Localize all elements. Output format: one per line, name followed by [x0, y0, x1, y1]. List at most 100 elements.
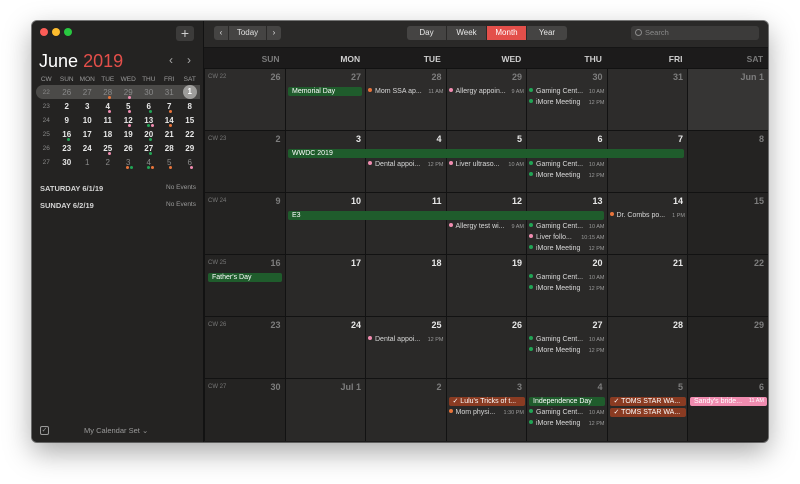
- mini-day[interactable]: 9: [57, 113, 78, 127]
- day-cell[interactable]: 14 Dr. Combs po... 1 PM: [606, 193, 687, 255]
- day-cell[interactable]: CW 23 2: [204, 131, 285, 193]
- mini-day[interactable]: 22: [180, 127, 201, 141]
- mini-day-today[interactable]: 1: [179, 85, 200, 99]
- mini-day[interactable]: 29: [180, 141, 201, 155]
- day-cell[interactable]: 21: [606, 255, 687, 317]
- view-week-tab[interactable]: Week: [447, 26, 487, 40]
- event-item[interactable]: iMore Meeting 12 PM: [529, 244, 605, 254]
- day-cell[interactable]: CW 24 9: [204, 193, 285, 255]
- event-item[interactable]: Dental appoi... 12 PM: [368, 335, 444, 345]
- event-item[interactable]: iMore Meeting 12 PM: [529, 98, 605, 108]
- mini-day[interactable]: 3: [118, 155, 139, 169]
- mini-day[interactable]: 27: [139, 141, 160, 155]
- event-item[interactable]: Gaming Cent... 10 AM: [529, 408, 605, 418]
- day-cell[interactable]: 28 Mom SSA ap... 11 AM: [365, 69, 446, 131]
- day-cell[interactable]: 29 Allergy appoin... 9 AM: [445, 69, 526, 131]
- event-item[interactable]: Allergy appoin... 9 AM: [448, 87, 524, 97]
- mini-day[interactable]: 27: [77, 85, 98, 99]
- day-cell[interactable]: 7: [606, 131, 687, 193]
- mini-day[interactable]: 30: [57, 155, 78, 169]
- mini-day[interactable]: 7: [159, 99, 180, 113]
- event-item[interactable]: Liver ultraso... 10 AM: [448, 160, 524, 170]
- day-cell-today[interactable]: Jun 1: [687, 69, 768, 131]
- mini-day[interactable]: 17: [77, 127, 98, 141]
- day-cell[interactable]: 6 Gaming Cent... 10 AM iMore Meeting 12 PM: [526, 131, 607, 193]
- all-day-event[interactable]: E3: [288, 211, 604, 220]
- mini-day[interactable]: 23: [57, 141, 78, 155]
- day-cell[interactable]: 28: [606, 317, 687, 379]
- event-item[interactable]: Gaming Cent... 10 AM: [529, 335, 605, 345]
- prev-period-button[interactable]: ‹: [214, 26, 228, 40]
- close-window-button[interactable]: [40, 28, 48, 36]
- all-day-event[interactable]: ✓ TOMS STAR WA...: [609, 397, 686, 406]
- day-cell[interactable]: 15: [687, 193, 768, 255]
- day-cell[interactable]: CW 22 26: [204, 69, 285, 131]
- mini-day[interactable]: 2: [57, 99, 78, 113]
- mini-day[interactable]: 26: [56, 85, 77, 99]
- mini-day[interactable]: 31: [159, 85, 180, 99]
- day-cell[interactable]: 31: [606, 69, 687, 131]
- day-cell[interactable]: 5 ✓ TOMS STAR WA... ✓ TOMS STAR WA...: [606, 379, 687, 441]
- mini-day[interactable]: 21: [159, 127, 180, 141]
- all-day-event[interactable]: Sandy's bride... 11 AM: [690, 397, 767, 406]
- mini-day[interactable]: 18: [98, 127, 119, 141]
- mini-day[interactable]: 28: [97, 85, 118, 99]
- event-item[interactable]: Dr. Combs po... 1 PM: [609, 211, 685, 221]
- search-input[interactable]: Search: [631, 26, 759, 40]
- mini-day[interactable]: 12: [118, 113, 139, 127]
- mini-prev-month-icon[interactable]: ‹: [169, 53, 173, 67]
- day-cell[interactable]: 18: [365, 255, 446, 317]
- mini-day[interactable]: 2: [98, 155, 119, 169]
- mini-day[interactable]: 15: [180, 113, 201, 127]
- event-item[interactable]: iMore Meeting 12 PM: [529, 284, 605, 294]
- event-item[interactable]: iMore Meeting 12 PM: [529, 171, 605, 181]
- view-day-tab[interactable]: Day: [407, 26, 447, 40]
- agenda-row[interactable]: SATURDAY 6/1/19 No Events: [40, 184, 196, 193]
- mini-day[interactable]: 20: [139, 127, 160, 141]
- day-cell[interactable]: 2: [365, 379, 446, 441]
- day-cell[interactable]: 20 Gaming Cent... 10 AM iMore Meeting 12 P…: [526, 255, 607, 317]
- mini-day[interactable]: 19: [118, 127, 139, 141]
- zoom-window-button[interactable]: [64, 28, 72, 36]
- day-cell[interactable]: Jul 1: [284, 379, 365, 441]
- event-item[interactable]: Gaming Cent... 10 AM: [529, 222, 605, 232]
- all-day-event[interactable]: ✓ TOMS STAR WA...: [609, 408, 686, 417]
- mini-day[interactable]: 26: [118, 141, 139, 155]
- mini-day[interactable]: 29: [118, 85, 139, 99]
- mini-day[interactable]: 1: [77, 155, 98, 169]
- mini-day[interactable]: 16: [57, 127, 78, 141]
- event-item[interactable]: Gaming Cent... 10 AM: [529, 87, 605, 97]
- day-cell[interactable]: 8: [687, 131, 768, 193]
- mini-day[interactable]: 5: [159, 155, 180, 169]
- day-cell[interactable]: 11: [365, 193, 446, 255]
- all-day-event[interactable]: Memorial Day: [288, 87, 362, 96]
- day-cell[interactable]: 4 Independence Day Gaming Cent... 10 AM i…: [526, 379, 607, 441]
- mini-day[interactable]: 25: [98, 141, 119, 155]
- mini-day[interactable]: 11: [98, 113, 119, 127]
- agenda-row[interactable]: SUNDAY 6/2/19 No Events: [40, 201, 196, 210]
- day-cell[interactable]: 29: [687, 317, 768, 379]
- event-item[interactable]: Gaming Cent... 10 AM: [529, 273, 605, 283]
- event-item[interactable]: iMore Meeting 12 PM: [529, 346, 605, 356]
- day-cell[interactable]: CW 25 16: [204, 255, 285, 317]
- event-item[interactable]: Dental appoi... 12 PM: [368, 160, 444, 170]
- day-cell[interactable]: 27 Gaming Cent... 10 AM iMore Meeting 12 P…: [526, 317, 607, 379]
- day-cell[interactable]: 27: [284, 69, 365, 131]
- day-cell[interactable]: 5 Liver ultraso... 10 AM: [445, 131, 526, 193]
- day-cell[interactable]: CW 27 30: [204, 379, 285, 441]
- all-day-event[interactable]: Independence Day: [529, 397, 605, 406]
- event-item[interactable]: Gaming Cent... 10 AM: [529, 160, 605, 170]
- add-event-button[interactable]: +: [176, 26, 194, 41]
- event-item[interactable]: iMore Meeting 12 PM: [529, 419, 605, 429]
- day-cell[interactable]: 19: [445, 255, 526, 317]
- mini-day[interactable]: 30: [138, 85, 159, 99]
- mini-next-month-icon[interactable]: ›: [187, 53, 191, 67]
- mini-day[interactable]: 13: [139, 113, 160, 127]
- mini-day[interactable]: 5: [118, 99, 139, 113]
- all-day-event[interactable]: Father's Day: [208, 273, 282, 282]
- event-item[interactable]: Liver follo... 10:15 AM: [529, 233, 605, 243]
- day-cell[interactable]: 17: [284, 255, 365, 317]
- minimize-window-button[interactable]: [52, 28, 60, 36]
- view-year-tab[interactable]: Year: [527, 26, 567, 40]
- next-period-button[interactable]: ›: [267, 26, 281, 40]
